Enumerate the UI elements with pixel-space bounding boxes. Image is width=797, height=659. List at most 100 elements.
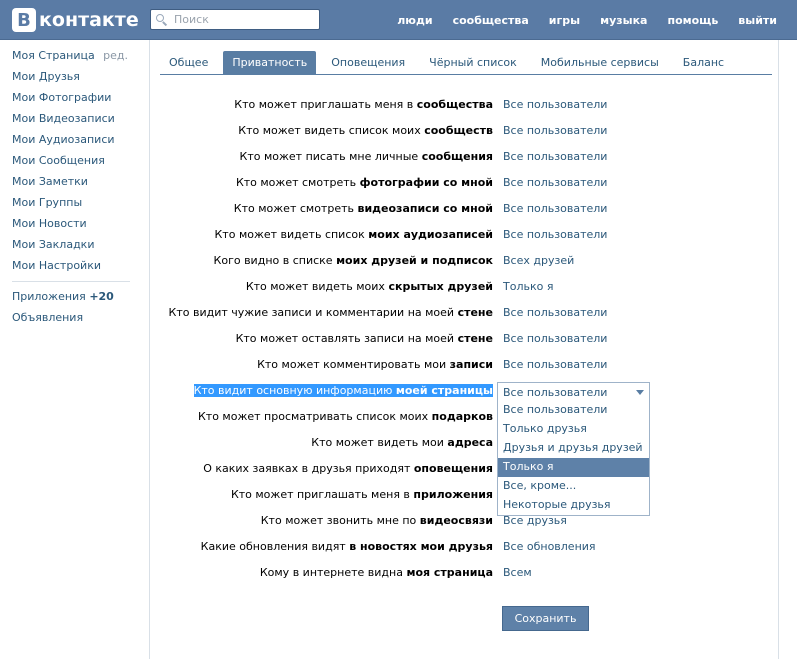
sidebar-item-settings[interactable]: Мои Настройки — [12, 256, 132, 277]
tab-general[interactable]: Общее — [160, 51, 217, 75]
privacy-value-link[interactable]: Все пользователи — [503, 98, 607, 111]
privacy-row-label: Кого видно в списке моих друзей и подпис… — [214, 254, 493, 267]
sidebar-item-friends[interactable]: Мои Друзья — [12, 67, 132, 88]
privacy-row: О каких заявках в друзья приходят оповещ… — [150, 459, 780, 481]
sidebar-item-label[interactable]: Моя Страница — [12, 49, 95, 62]
label-text: Какие обновления видят — [200, 540, 350, 553]
privacy-row-label: Кто может смотреть видеозаписи со мной — [234, 202, 493, 215]
label-text: Кто может смотреть — [233, 202, 358, 215]
privacy-value-link[interactable]: Все пользователи — [503, 306, 607, 319]
tab-balance[interactable]: Баланс — [674, 51, 733, 75]
nav-people[interactable]: люди — [397, 14, 432, 27]
nav-help[interactable]: помощь — [667, 14, 718, 27]
privacy-option[interactable]: Только друзья — [498, 420, 649, 439]
privacy-row-label: Кто видит основную информацию моей стран… — [193, 384, 493, 397]
privacy-value-link[interactable]: Все пользователи — [503, 150, 607, 163]
privacy-row-label: Кто может видеть моих скрытых друзей — [246, 280, 493, 293]
vk-logo[interactable]: В контакте — [12, 8, 139, 32]
label-text: Кто видит чужие записи и комментарии на … — [168, 306, 458, 319]
search-icon — [156, 13, 168, 26]
privacy-row: Какие обновления видят в новостях мои др… — [150, 537, 780, 559]
tabs-underline — [160, 74, 772, 75]
privacy-value-link[interactable]: Всех друзей — [503, 254, 574, 267]
label-bold-text: адреса — [447, 436, 493, 449]
privacy-row-label: Кто может писать мне личные сообщения — [240, 150, 493, 163]
tab-blacklist[interactable]: Чёрный список — [420, 51, 526, 75]
search-box[interactable] — [150, 9, 320, 30]
privacy-row: Кто может комментировать мои записи Все п… — [150, 355, 780, 377]
privacy-row: Кто видит чужие записи и комментарии на … — [150, 303, 780, 325]
privacy-value-link[interactable]: Все пользователи — [503, 332, 607, 345]
tab-mobile-services[interactable]: Мобильные сервисы — [532, 51, 668, 75]
privacy-row-label: Какие обновления видят в новостях мои др… — [201, 540, 493, 553]
nav-games[interactable]: игры — [549, 14, 580, 27]
tab-privacy[interactable]: Приватность — [223, 51, 317, 75]
save-button[interactable]: Сохранить — [502, 606, 589, 631]
privacy-value-link[interactable]: Всем — [503, 566, 532, 579]
label-text: Кто может видеть список моих — [238, 124, 425, 137]
chevron-down-icon[interactable] — [636, 390, 644, 395]
label-bold-text: подарков — [431, 410, 493, 423]
privacy-option[interactable]: Все, кроме... — [498, 477, 649, 496]
privacy-option[interactable]: Друзья и друзья друзей — [498, 439, 649, 458]
label-text: Кто может приглашать меня в — [234, 98, 417, 111]
privacy-row: Кто может смотреть видеозаписи со мной Вс… — [150, 199, 780, 221]
privacy-row-label: Кто может оставлять записи на моей стене — [236, 332, 493, 345]
privacy-value-link[interactable]: Все пользователи — [503, 228, 607, 241]
sidebar-item-videos[interactable]: Мои Видеозаписи — [12, 109, 132, 130]
label-text: Кто может просматривать список моих — [197, 410, 432, 423]
tab-notifications[interactable]: Оповещения — [322, 51, 414, 75]
label-bold-text: моих аудиозаписей — [368, 228, 493, 241]
nav-logout[interactable]: выйти — [738, 14, 777, 27]
sidebar-item-messages[interactable]: Мои Сообщения — [12, 151, 132, 172]
sidebar-item-apps[interactable]: Приложения +20 — [12, 287, 132, 308]
sidebar-item-my-page[interactable]: Моя Страница ред. — [12, 46, 132, 67]
privacy-row-label: О каких заявках в друзья приходят оповещ… — [203, 462, 493, 475]
edit-link[interactable]: ред. — [103, 46, 128, 66]
label-bold-text: стене — [457, 332, 493, 345]
privacy-option[interactable]: Только я — [498, 458, 649, 477]
privacy-options-list: Все пользователи Только друзья Друзья и др… — [497, 401, 650, 516]
sidebar-item-notes[interactable]: Мои Заметки — [12, 172, 132, 193]
privacy-value-link[interactable]: Все обновления — [503, 540, 596, 553]
nav-communities[interactable]: сообщества — [453, 14, 529, 27]
search-input[interactable] — [174, 13, 314, 26]
privacy-row: Кто может видеть мои адреса — [150, 433, 780, 455]
sidebar-item-news[interactable]: Мои Новости — [12, 214, 132, 235]
privacy-option[interactable]: Все пользователи — [498, 401, 649, 420]
privacy-row-label: Кто может приглашать меня в приложения — [231, 488, 493, 501]
logo-text: контакте — [39, 9, 139, 31]
privacy-row: Кто видит основную информацию моей стран… — [150, 381, 780, 403]
sidebar-item-groups[interactable]: Мои Группы — [12, 193, 132, 214]
privacy-row: Кто может видеть моих скрытых друзей Толь… — [150, 277, 780, 299]
privacy-value-link[interactable]: Все пользователи — [503, 202, 607, 215]
apps-count-badge: +20 — [89, 290, 114, 303]
label-bold-text: сообществ — [424, 124, 493, 137]
privacy-row: Кто может приглашать меня в сообщества Вс… — [150, 95, 780, 117]
label-bold-text: записи — [449, 358, 493, 371]
sidebar-item-photos[interactable]: Мои Фотографии — [12, 88, 132, 109]
label-text: Кто может смотреть — [235, 176, 360, 189]
nav-music[interactable]: музыка — [600, 14, 647, 27]
privacy-value-link[interactable]: Все пользователи — [503, 176, 607, 189]
privacy-row-label: Кто может приглашать меня в сообщества — [234, 98, 493, 111]
select-current-value: Все пользователи — [503, 386, 608, 399]
label-bold-text: оповещения — [413, 462, 493, 475]
privacy-row-label: Кто видит чужие записи и комментарии на … — [169, 306, 493, 319]
left-sidebar: Моя Страница ред. Мои Друзья Мои Фотогра… — [12, 46, 132, 329]
privacy-row: Кто может писать мне личные сообщения Все… — [150, 147, 780, 169]
sidebar-divider — [12, 281, 130, 282]
privacy-row-label: Кто может видеть список моих сообществ — [238, 124, 493, 137]
sidebar-item-ads[interactable]: Объявления — [12, 308, 132, 329]
privacy-value-link[interactable]: Все пользователи — [503, 124, 607, 137]
privacy-select[interactable]: Все пользователи — [497, 382, 650, 402]
sidebar-item-label[interactable]: Приложения — [12, 290, 86, 303]
privacy-value-link[interactable]: Все пользователи — [503, 358, 607, 371]
privacy-option[interactable]: Некоторые друзья — [498, 496, 649, 515]
label-bold-text: в новостях мои друзья — [349, 540, 493, 553]
sidebar-item-bookmarks[interactable]: Мои Закладки — [12, 235, 132, 256]
privacy-value-link[interactable]: Только я — [503, 280, 553, 293]
label-bold-text: моих друзей и подписок — [336, 254, 493, 267]
sidebar-item-audio[interactable]: Мои Аудиозаписи — [12, 130, 132, 151]
label-text: Кто может видеть список — [214, 228, 369, 241]
